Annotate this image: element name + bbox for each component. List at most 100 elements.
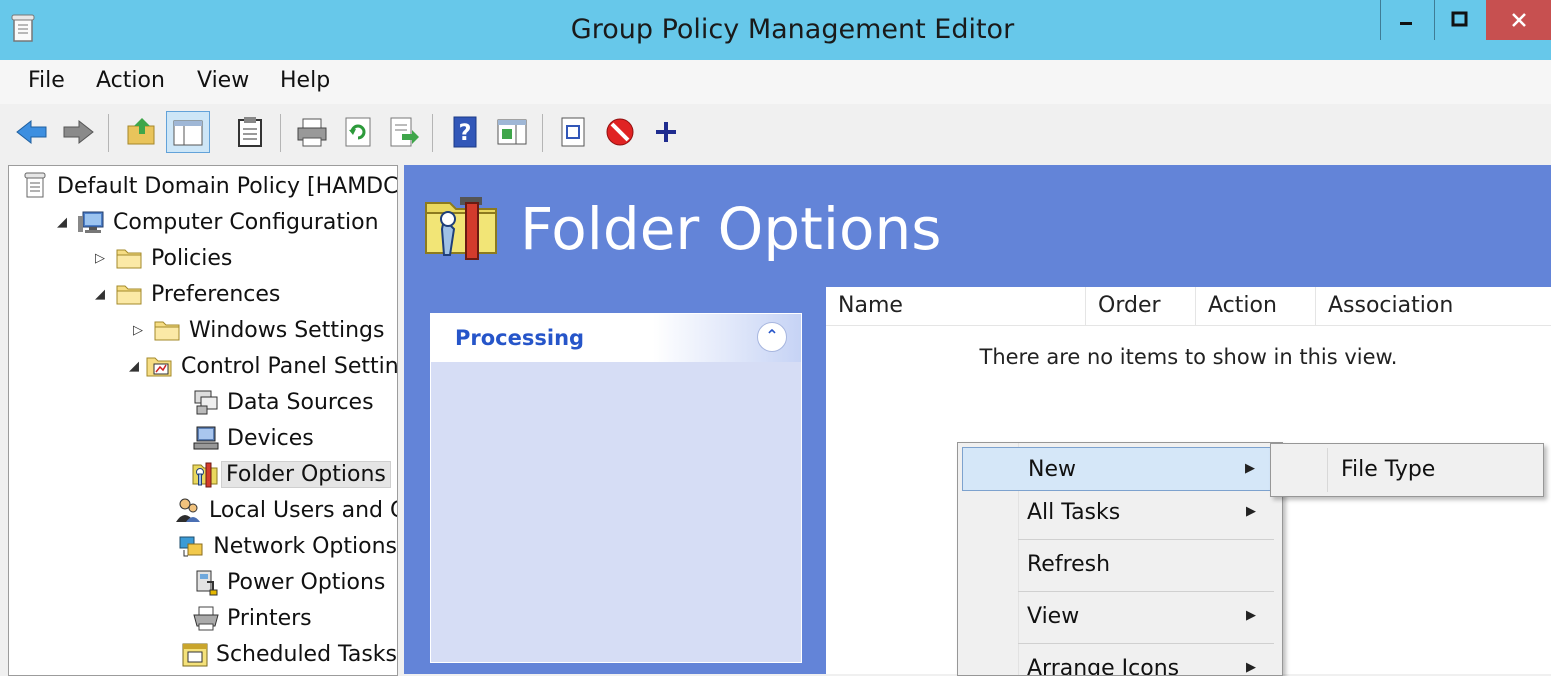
show-hide-action-pane-icon[interactable]	[494, 114, 530, 150]
column-header-association[interactable]: Association	[1316, 287, 1551, 325]
maximize-icon	[1451, 11, 1468, 27]
tree-item-label: Scheduled Tasks	[216, 641, 397, 667]
context-menu-refresh-label: Refresh	[1027, 552, 1111, 577]
tree-item-label: Default Domain Policy [HAMDC	[57, 173, 398, 199]
submenu-arrow-icon: ▶	[1245, 461, 1255, 476]
tree-item-policies[interactable]: ▷ Policies	[9, 240, 397, 276]
tree-item-label: Policies	[151, 245, 233, 271]
expanded-arrow-icon[interactable]: ◢	[129, 359, 139, 374]
tree-item-label: Data Sources	[227, 389, 374, 415]
collapsed-arrow-icon[interactable]: ▷	[91, 251, 109, 266]
scheduled-tasks-icon	[182, 643, 208, 667]
context-menu-all-tasks[interactable]: All Tasks ▶	[962, 491, 1278, 535]
submenu-arrow-icon: ▶	[1246, 504, 1256, 519]
window-title: Group Policy Management Editor	[570, 14, 1015, 45]
empty-list-message: There are no items to show in this view.	[979, 345, 1398, 369]
expanded-arrow-icon[interactable]: ◢	[91, 287, 109, 302]
tree-item-folder-options[interactable]: Folder Options	[9, 456, 397, 492]
tree-item-power-options[interactable]: Power Options	[9, 564, 397, 600]
processing-panel: Processing ⌃	[430, 313, 802, 663]
forward-arrow-icon[interactable]	[60, 114, 96, 150]
up-folder-icon[interactable]	[124, 114, 160, 150]
column-header-name[interactable]: Name	[826, 287, 1086, 325]
list-header: Name Order Action Association	[826, 287, 1551, 326]
context-menu-refresh[interactable]: Refresh	[962, 543, 1278, 587]
print-icon[interactable]	[294, 114, 330, 150]
tree-item-devices[interactable]: Devices	[9, 420, 397, 456]
help-icon[interactable]: ?	[448, 114, 484, 150]
computer-icon	[78, 211, 104, 233]
processing-header: Processing ⌃	[431, 314, 801, 362]
tree-item-windows-settings[interactable]: ▷ Windows Settings	[9, 312, 397, 348]
tree-item-label: Power Options	[227, 569, 386, 595]
tree-item-local-users-and-g[interactable]: Local Users and G	[9, 492, 397, 528]
devices-icon	[193, 426, 219, 450]
tree-item-label: Folder Options	[221, 460, 391, 488]
tree-item-label: Computer Configuration	[113, 209, 379, 235]
context-menu-new-label: New	[1028, 457, 1076, 482]
menu-bar: File Action View Help	[0, 60, 1551, 104]
minimize-button[interactable]	[1380, 0, 1431, 40]
tree-item-default-domain-policy-hamdc[interactable]: Default Domain Policy [HAMDC	[9, 168, 397, 204]
collapsed-arrow-icon[interactable]: ▷	[129, 323, 147, 338]
tree-item-data-sources[interactable]: Data Sources	[9, 384, 397, 420]
context-menu-all-tasks-label: All Tasks	[1027, 500, 1121, 525]
tree-item-control-panel-setting[interactable]: ◢ Control Panel Setting	[9, 348, 397, 384]
tree-item-label: Network Options	[213, 533, 397, 559]
svg-text:?: ?	[459, 121, 472, 146]
tree-item-label: Printers	[227, 605, 312, 631]
folder-icon	[154, 321, 180, 341]
menu-file[interactable]: File	[28, 68, 65, 93]
context-menu-new[interactable]: New ▶	[962, 447, 1278, 491]
context-menu-arrange-icons[interactable]: Arrange Icons ▶	[962, 647, 1278, 676]
tree-item-label: Devices	[227, 425, 314, 451]
collapse-button[interactable]: ⌃	[757, 322, 787, 352]
maximize-button[interactable]	[1434, 0, 1485, 40]
close-button[interactable]	[1486, 0, 1551, 40]
close-icon	[1511, 13, 1526, 27]
processing-title: Processing	[455, 326, 585, 350]
tree-item-label: Control Panel Setting	[181, 353, 398, 379]
folder-icon	[116, 285, 142, 305]
menu-action[interactable]: Action	[96, 68, 165, 93]
folder-icon	[116, 249, 142, 269]
tree-item-printers[interactable]: Printers	[9, 600, 397, 636]
menu-help[interactable]: Help	[280, 68, 330, 93]
data-sources-icon	[194, 390, 218, 415]
folder-options-icon	[192, 462, 218, 488]
control-panel-folder-icon	[146, 357, 172, 377]
console-tree: Default Domain Policy [HAMDC ◢ Computer Co…	[8, 165, 398, 676]
tree-item-scheduled-tasks[interactable]: Scheduled Tasks	[9, 636, 397, 672]
context-menu-arrange-icons-label: Arrange Icons	[1027, 656, 1180, 676]
context-menu-view[interactable]: View ▶	[962, 595, 1278, 639]
new-submenu: File Type	[1270, 443, 1544, 497]
submenu-arrow-icon: ▶	[1246, 660, 1256, 675]
double-chevron-up-icon: ⌃	[765, 326, 779, 345]
show-hide-tree-button[interactable]	[166, 111, 210, 153]
stop-icon[interactable]	[602, 114, 638, 150]
properties-icon[interactable]	[556, 114, 592, 150]
context-menu: New ▶ All Tasks ▶ Refresh View ▶ Arrange…	[957, 442, 1283, 676]
back-arrow-icon[interactable]	[14, 114, 50, 150]
submenu-arrow-icon: ▶	[1246, 608, 1256, 623]
expanded-arrow-icon[interactable]: ◢	[53, 215, 71, 230]
export-list-icon[interactable]	[386, 114, 422, 150]
minimize-icon	[1400, 22, 1412, 25]
clipboard-icon[interactable]	[232, 114, 268, 150]
tree-item-network-options[interactable]: Network Options	[9, 528, 397, 564]
submenu-file-type-label: File Type	[1341, 457, 1436, 482]
column-header-order[interactable]: Order	[1086, 287, 1196, 325]
submenu-file-type[interactable]: File Type	[1275, 448, 1539, 492]
local-users-icon	[176, 498, 200, 522]
column-header-action[interactable]: Action	[1196, 287, 1316, 325]
tree-item-preferences[interactable]: ◢ Preferences	[9, 276, 397, 312]
network-options-icon	[179, 536, 203, 557]
toolbar: ?	[0, 104, 1551, 160]
tree-item-computer-configuration[interactable]: ◢ Computer Configuration	[9, 204, 397, 240]
page-title: Folder Options	[520, 195, 942, 263]
menu-view[interactable]: View	[197, 68, 249, 93]
add-icon[interactable]	[648, 114, 684, 150]
show-hide-tree-icon	[173, 120, 203, 146]
power-options-icon	[196, 570, 218, 596]
refresh-icon[interactable]	[340, 114, 376, 150]
